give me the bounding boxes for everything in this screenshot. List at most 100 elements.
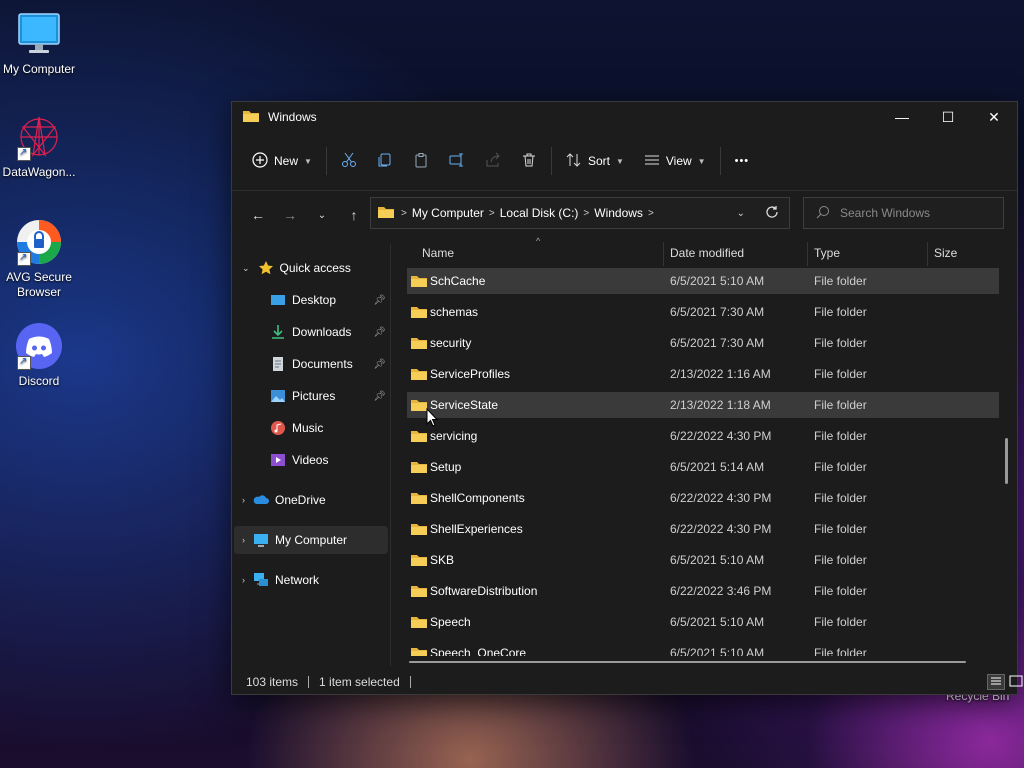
breadcrumb-item[interactable]: My Computer [412,206,484,220]
file-type: File folder [814,429,867,443]
nav-item-quick-access[interactable]: ⌄ Quick access [242,254,382,282]
sort-button[interactable]: Sort ▼ [556,145,634,177]
pane-divider[interactable] [390,244,391,666]
cut-button[interactable] [331,145,367,177]
file-row[interactable]: SKB 6/5/2021 5:10 AM File folder [407,547,999,573]
paste-button[interactable] [403,145,439,177]
file-type: File folder [814,646,867,656]
column-header-size[interactable]: Size [934,246,957,260]
title-bar[interactable]: Windows — ☐ ✕ [232,102,1017,132]
address-history-dropdown[interactable]: ⌄ [737,208,745,219]
vertical-scrollbar-thumb[interactable] [1005,438,1008,484]
horizontal-scrollbar-thumb[interactable] [409,661,966,663]
file-row[interactable]: Speech 6/5/2021 5:10 AM File folder [407,609,999,635]
nav-item-network[interactable]: › Network [242,566,382,594]
column-header-date[interactable]: Date modified [670,246,744,260]
file-row[interactable]: servicing 6/22/2022 4:30 PM File folder [407,423,999,449]
desktop-icon-label: My Computer [2,62,76,76]
thumbnail-view-button[interactable] [1007,674,1024,690]
plus-circle-icon [252,151,268,171]
file-row[interactable]: security 6/5/2021 7:30 AM File folder [407,330,999,356]
trash-icon [521,152,537,171]
file-name: Speech [430,615,471,629]
search-box[interactable]: Search Windows [803,197,1004,229]
details-view-button[interactable] [987,674,1005,690]
forward-button[interactable]: → [274,199,306,231]
sort-ascending-icon: ^ [536,236,541,246]
nav-item-documents[interactable]: Documents 📌︎ [270,350,388,378]
folder-icon [410,460,428,477]
new-button[interactable]: New ▼ [242,145,322,177]
copy-icon [377,152,393,171]
file-date: 6/5/2021 7:30 AM [670,305,765,319]
nav-label: Desktop [292,293,337,307]
copy-button[interactable] [367,145,403,177]
nav-item-downloads[interactable]: Downloads 📌︎ [270,318,388,346]
nav-item-pictures[interactable]: Pictures 📌︎ [270,382,388,410]
file-row[interactable]: SchCache 6/5/2021 5:10 AM File folder [407,268,999,294]
column-divider[interactable] [807,242,808,266]
expand-chevron-icon[interactable]: ⌄ [242,263,250,274]
folder-icon [410,429,428,446]
nav-item-videos[interactable]: Videos [270,446,388,474]
file-type: File folder [814,522,867,536]
maximize-button[interactable]: ☐ [925,102,971,132]
desktop-icon-my-computer[interactable]: My Computer [0,10,78,77]
folder-icon [410,491,428,508]
file-date: 2/13/2022 1:18 AM [670,398,771,412]
folder-icon [410,274,428,291]
recent-locations-button[interactable]: ⌄ [306,199,338,231]
desktop-icon-datawagon[interactable]: DataWagon... [0,113,78,180]
refresh-icon[interactable] [765,205,779,222]
share-button[interactable] [475,145,511,177]
file-row[interactable]: ShellComponents 6/22/2022 4:30 PM File fol… [407,485,999,511]
column-header-type[interactable]: Type [814,246,840,260]
close-button[interactable]: ✕ [971,102,1017,132]
up-button[interactable]: ↑ [338,199,370,231]
column-header-name[interactable]: Name [422,246,454,260]
more-options-button[interactable]: ••• [725,145,760,177]
datawagon-icon [15,113,63,161]
file-name: SchCache [430,274,486,288]
view-label: View [665,154,692,168]
address-bar[interactable]: > My Computer > Local Disk (C:) > Window… [370,197,790,229]
delete-button[interactable] [511,145,547,177]
file-row[interactable]: ServiceProfiles 2/13/2022 1:16 AM File fol… [407,361,999,387]
folder-icon [410,615,428,632]
file-row[interactable]: Setup 6/5/2021 5:14 AM File folder [407,454,999,480]
nav-item-music[interactable]: Music [270,414,388,442]
toolbar-divider [325,147,327,175]
video-icon [270,452,286,468]
expand-chevron-icon[interactable]: › [242,495,245,505]
file-row[interactable]: schemas 6/5/2021 7:30 AM File folder [407,299,999,325]
nav-item-desktop[interactable]: Desktop 📌︎ [270,286,388,314]
file-row[interactable]: SoftwareDistribution 6/22/2022 3:46 PM Fil… [407,578,999,604]
desktop-icon-discord[interactable]: Discord [0,322,78,389]
file-date: 6/5/2021 5:10 AM [670,615,765,629]
file-date: 6/22/2022 4:30 PM [670,522,772,536]
column-divider[interactable] [663,242,664,266]
file-name: ServiceProfiles [430,367,511,381]
expand-chevron-icon[interactable]: › [242,535,245,545]
breadcrumb-item[interactable]: Windows [594,206,643,220]
file-row[interactable]: Speech_OneCore 6/5/2021 5:10 AM File folde… [407,640,999,656]
expand-chevron-icon[interactable]: › [242,575,245,585]
file-row[interactable]: ShellExperiences 6/22/2022 4:30 PM File fo… [407,516,999,542]
breadcrumb-item[interactable]: Local Disk (C:) [500,206,579,220]
minimize-button[interactable]: — [879,102,925,132]
document-icon [270,356,286,372]
file-name: Setup [430,460,462,474]
file-type: File folder [814,274,867,288]
desktop-icon-avg-browser[interactable]: AVG Secure Browser [0,218,78,300]
search-placeholder: Search Windows [840,206,931,220]
view-button[interactable]: View ▼ [634,145,716,177]
nav-item-my-computer[interactable]: › My Computer [234,526,388,554]
column-divider[interactable] [927,242,928,266]
rename-button[interactable] [439,145,475,177]
file-row[interactable]: ServiceState 2/13/2022 1:18 AM File folder [407,392,999,418]
back-button[interactable]: ← [242,199,274,231]
nav-item-onedrive[interactable]: › OneDrive [242,486,382,514]
chevron-down-icon: ⌄ [317,209,327,221]
toolbar-divider [719,147,721,175]
selection-count: 1 item selected [319,675,400,689]
